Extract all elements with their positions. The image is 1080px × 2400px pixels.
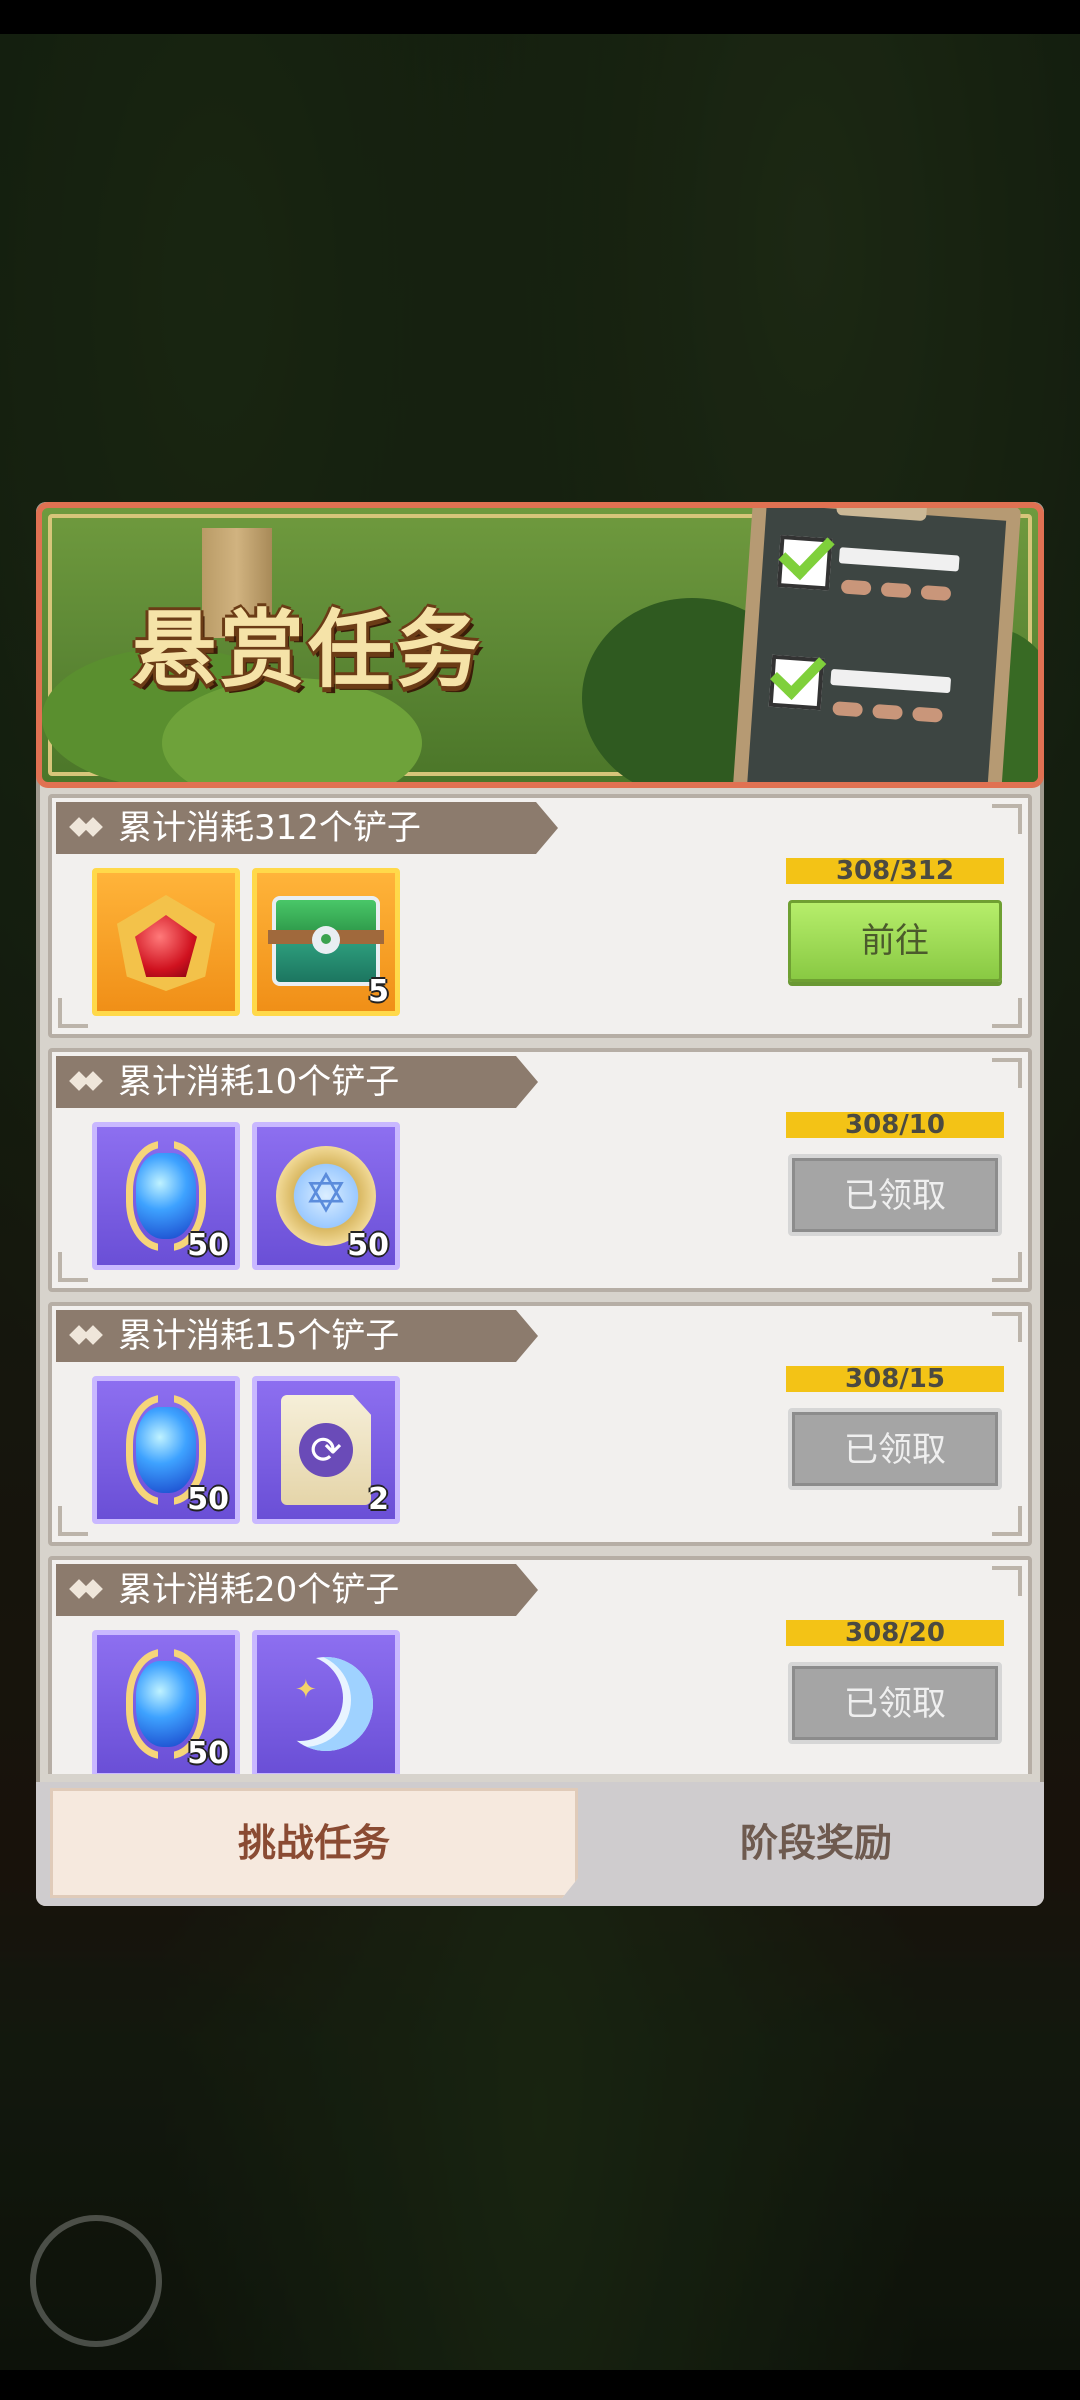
reward-item[interactable]: ✡ 50: [252, 1122, 400, 1270]
board-pill: [832, 701, 864, 718]
board-pill: [880, 582, 912, 599]
banner-title: 悬赏任务: [132, 601, 485, 699]
board-clip: [836, 508, 929, 522]
tab-stage-rewards[interactable]: 阶段奖励: [596, 1788, 1036, 1898]
board-pill: [911, 706, 943, 723]
go-button[interactable]: 前往: [788, 900, 1002, 982]
board-line: [838, 547, 960, 572]
reward-item[interactable]: 50: [92, 1376, 240, 1524]
task-title: 累计消耗312个铲子: [118, 808, 421, 848]
board-pill: [872, 703, 903, 720]
claimed-button[interactable]: 已领取: [788, 1408, 1002, 1490]
tab-bar: 挑战任务 阶段奖励: [36, 1782, 1044, 1906]
task-title: 累计消耗20个铲子: [118, 1570, 400, 1610]
ruby-emblem-icon: [111, 887, 221, 997]
corner-ornament: [58, 1506, 88, 1536]
checkmark-icon: [768, 654, 825, 711]
tab-challenge-tasks[interactable]: 挑战任务: [50, 1788, 578, 1898]
task-card: 累计消耗312个铲子 5 308/312 前往: [48, 794, 1032, 1038]
corner-ornament: [992, 998, 1022, 1028]
reward-item[interactable]: ✦: [252, 1630, 400, 1774]
checklist-board-icon: [730, 508, 1022, 782]
reward-item[interactable]: 50: [92, 1630, 240, 1774]
background-joystick-icon: [30, 2215, 162, 2347]
corner-ornament: [992, 1506, 1022, 1536]
green-chest-icon: [268, 892, 384, 992]
task-card: 累计消耗15个铲子 50 ⟳ 2 308/15 已领取: [48, 1302, 1032, 1546]
task-card: 累计消耗10个铲子 50 ✡ 50 308/10 已领取: [48, 1048, 1032, 1292]
task-title-tag: 累计消耗312个铲子: [56, 802, 558, 854]
double-chevron-icon: [72, 814, 100, 842]
corner-ornament: [992, 1252, 1022, 1282]
task-title-tag: 累计消耗20个铲子: [56, 1564, 538, 1616]
task-card: 累计消耗20个铲子 50 ✦ 308/20 已领取: [48, 1556, 1032, 1774]
reward-item[interactable]: ⟳ 2: [252, 1376, 400, 1524]
checkmark-icon: [776, 535, 833, 591]
reward-count: 50: [187, 1736, 229, 1771]
claimed-button[interactable]: 已领取: [788, 1662, 1002, 1744]
task-progress: 308/312: [786, 858, 1004, 884]
claimed-button[interactable]: 已领取: [788, 1154, 1002, 1236]
reward-item[interactable]: [92, 868, 240, 1016]
double-chevron-icon: [72, 1322, 100, 1350]
board-pill: [920, 584, 952, 602]
reward-item[interactable]: 50: [92, 1122, 240, 1270]
corner-ornament: [992, 1058, 1022, 1088]
task-progress: 308/15: [786, 1366, 1004, 1392]
reward-count: 2: [368, 1482, 389, 1517]
corner-ornament: [58, 1252, 88, 1282]
reward-count: 5: [368, 974, 389, 1009]
crescent-moon-icon: ✦: [271, 1649, 381, 1759]
double-chevron-icon: [72, 1576, 100, 1604]
corner-ornament: [992, 804, 1022, 834]
task-title-tag: 累计消耗10个铲子: [56, 1056, 538, 1108]
task-title: 累计消耗10个铲子: [118, 1062, 400, 1102]
bounty-banner: 悬赏任务: [36, 502, 1044, 788]
corner-ornament: [992, 1566, 1022, 1596]
board-line: [830, 668, 952, 694]
task-progress: 308/20: [786, 1620, 1004, 1646]
task-title: 累计消耗15个铲子: [118, 1316, 400, 1356]
reward-count: 50: [187, 1228, 229, 1263]
corner-ornament: [992, 1312, 1022, 1342]
corner-ornament: [58, 998, 88, 1028]
task-title-tag: 累计消耗15个铲子: [56, 1310, 538, 1362]
task-list[interactable]: 累计消耗312个铲子 5 308/312 前往 累计消耗10个铲子 50 ✡ 5…: [36, 780, 1044, 1774]
double-chevron-icon: [72, 1068, 100, 1096]
refresh-card-icon: ⟳: [281, 1395, 371, 1505]
reward-count: 50: [347, 1228, 389, 1263]
board-pill: [840, 579, 872, 596]
reward-item[interactable]: 5: [252, 868, 400, 1016]
navigation-bar: [0, 2370, 1080, 2400]
status-bar: [0, 0, 1080, 34]
task-progress: 308/10: [786, 1112, 1004, 1138]
reward-count: 50: [187, 1482, 229, 1517]
